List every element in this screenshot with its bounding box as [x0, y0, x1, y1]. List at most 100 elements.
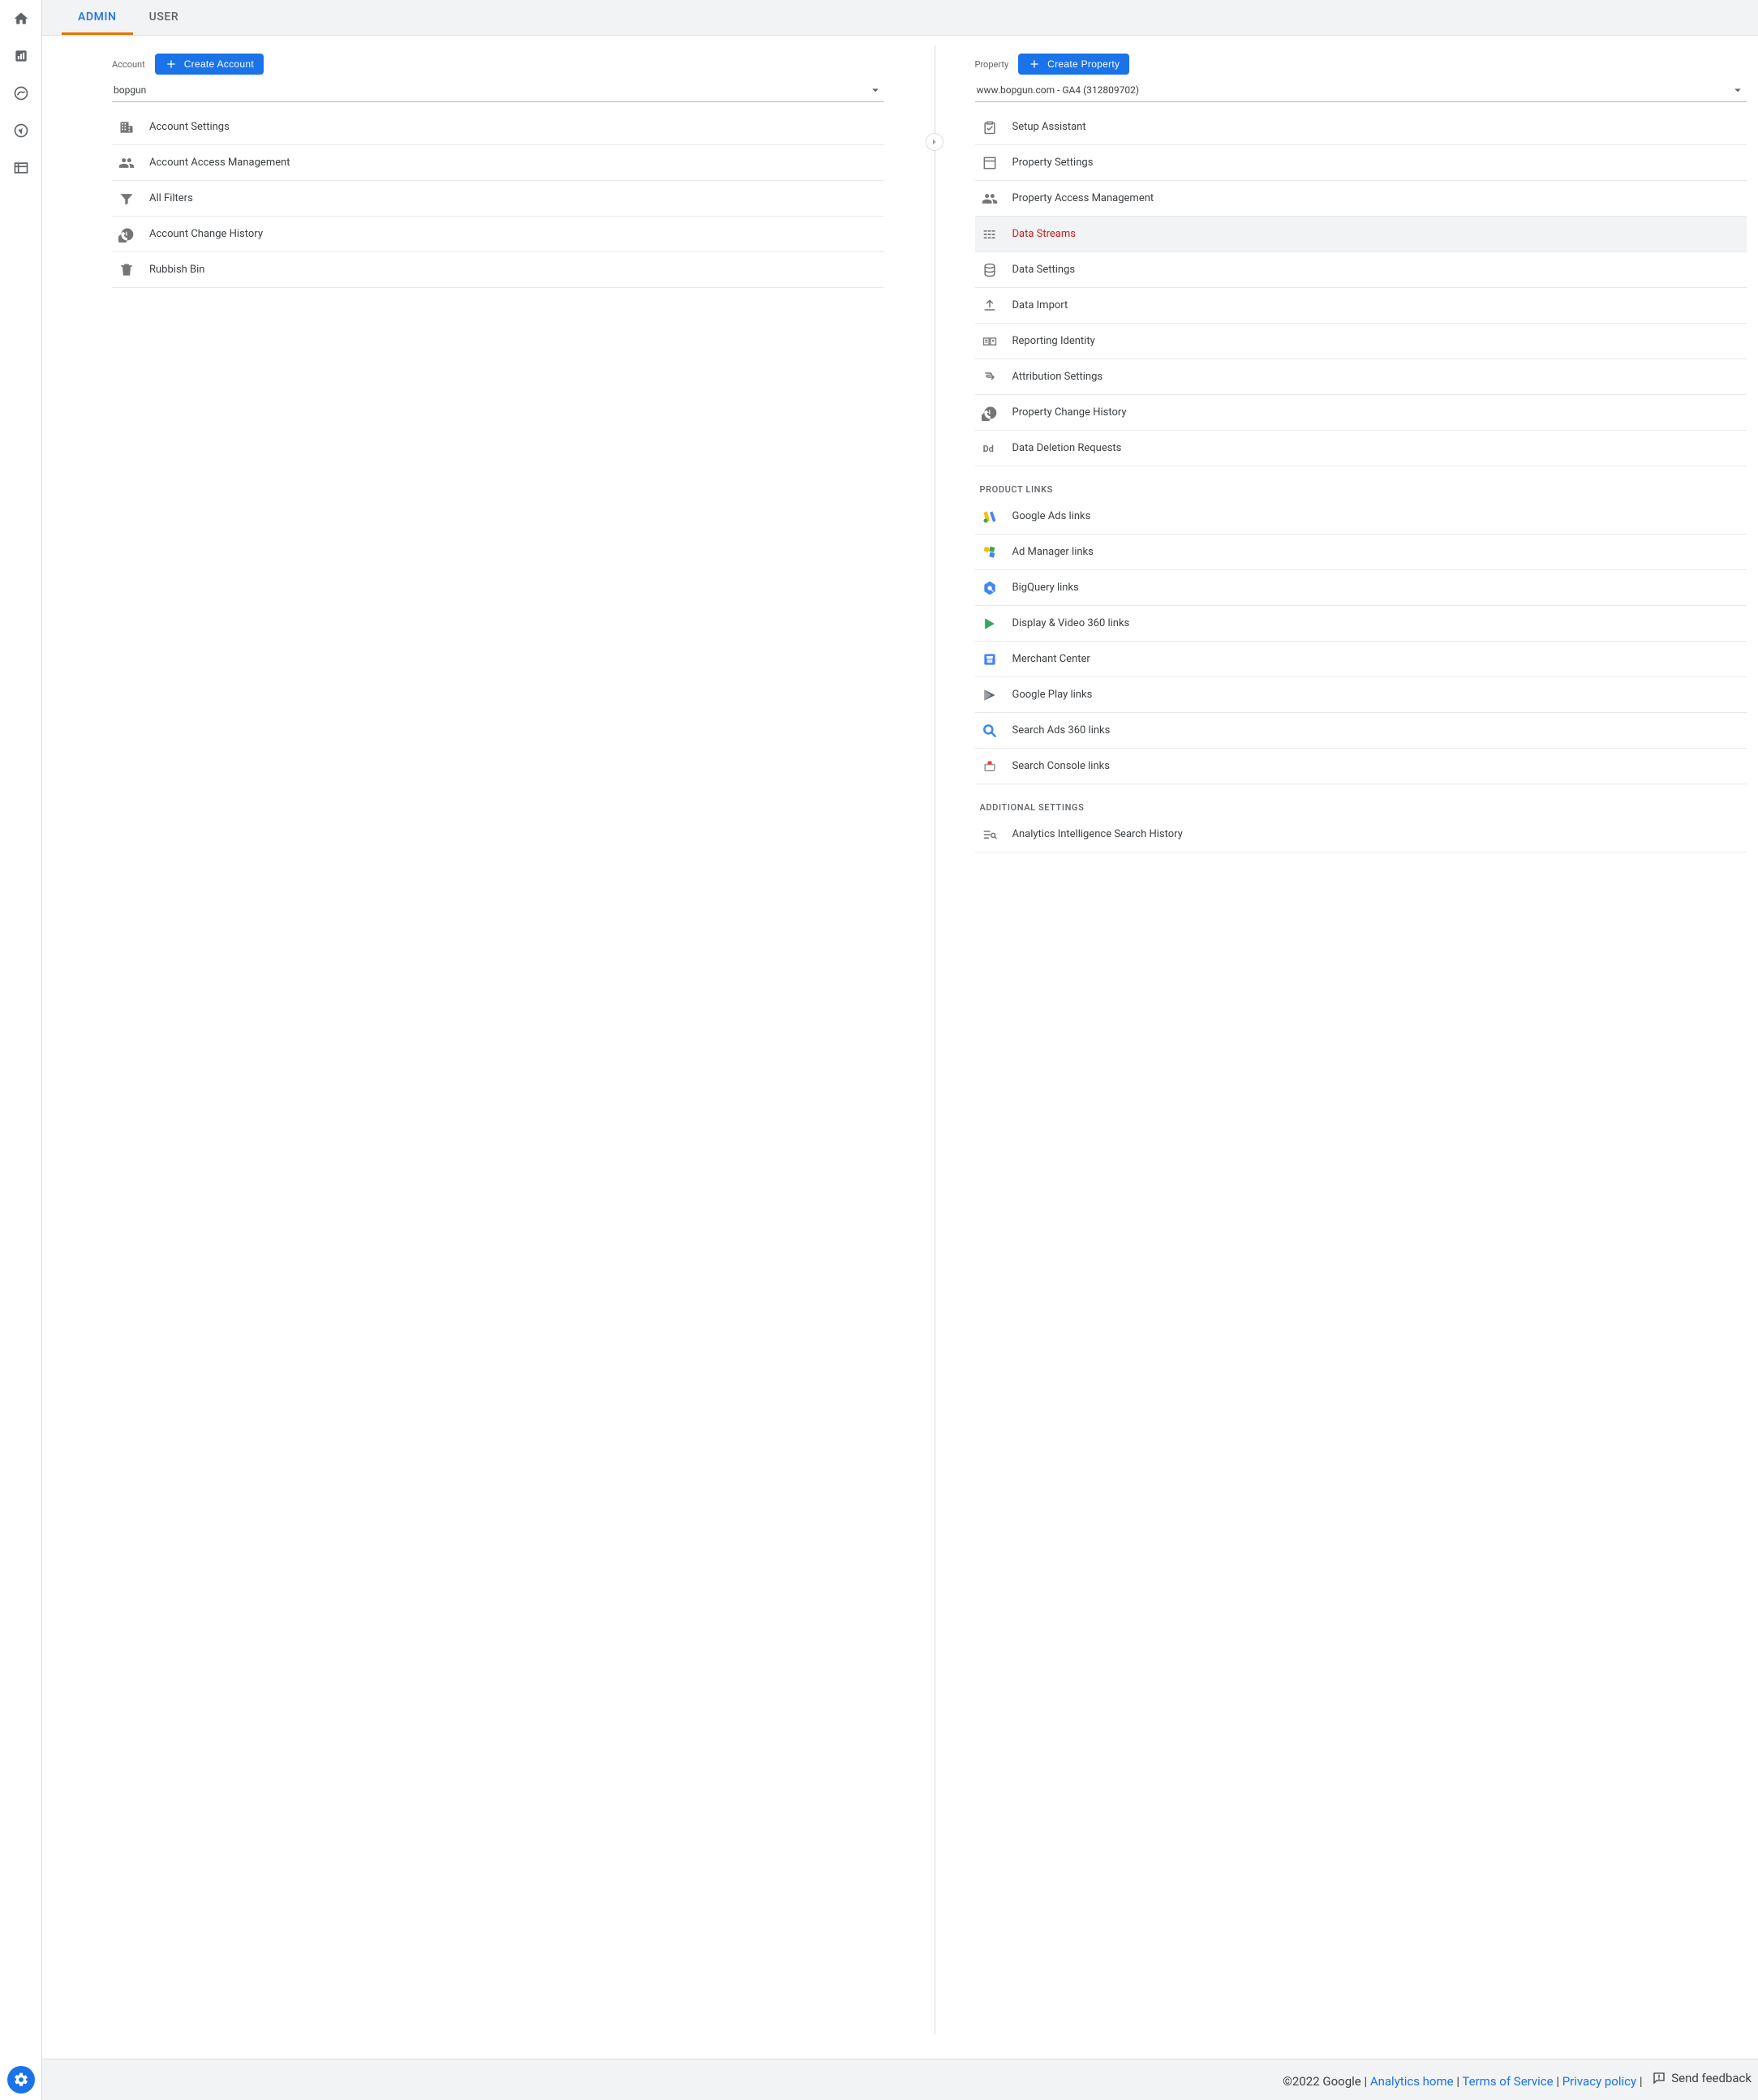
- item-bigquery[interactable]: BigQuery links: [975, 570, 1747, 606]
- configure-icon[interactable]: [11, 158, 31, 178]
- merchant-icon: [982, 651, 998, 668]
- plus-icon: [1028, 58, 1041, 71]
- item-label: Ad Manager links: [1012, 546, 1094, 558]
- item-ad-manager[interactable]: Ad Manager links: [975, 535, 1747, 570]
- history-icon: [982, 405, 998, 421]
- history-icon: [118, 226, 135, 243]
- advertising-icon[interactable]: [11, 121, 31, 140]
- item-account-history[interactable]: Account Change History: [112, 217, 884, 252]
- intel-icon: [982, 827, 998, 843]
- people-icon: [982, 191, 998, 207]
- item-label: Data Import: [1012, 299, 1068, 311]
- item-label: Account Settings: [149, 121, 230, 133]
- item-label: Attribution Settings: [1012, 371, 1103, 383]
- reports-icon[interactable]: [11, 46, 31, 66]
- item-all-filters[interactable]: All Filters: [112, 181, 884, 217]
- item-label: Account Access Management: [149, 157, 290, 169]
- item-label: Rubbish Bin: [149, 264, 204, 276]
- item-dv360[interactable]: Display & Video 360 links: [975, 606, 1747, 642]
- item-label: Property Change History: [1012, 406, 1127, 419]
- caret-down-icon: [868, 83, 883, 97]
- item-label: Data Deletion Requests: [1012, 442, 1122, 454]
- account-label: Account: [112, 59, 145, 70]
- identity-icon: [982, 333, 998, 350]
- property-items: Setup Assistant Property Settings Property…: [975, 110, 1747, 466]
- people-icon: [118, 155, 135, 171]
- property-column: Property Create Property www.bopgun.com …: [935, 54, 1758, 2034]
- item-account-access[interactable]: Account Access Management: [112, 145, 884, 181]
- item-label: Data Streams: [1012, 228, 1076, 240]
- item-label: Display & Video 360 links: [1012, 617, 1130, 629]
- plus-icon: [165, 58, 178, 71]
- item-label: Setup Assistant: [1012, 121, 1086, 133]
- item-search-console[interactable]: Search Console links: [975, 749, 1747, 784]
- product-links: Google Ads links Ad Manager links BigQuery…: [975, 499, 1747, 784]
- footer-copyright: ©2022 Google: [1283, 2074, 1361, 2089]
- item-merchant-center[interactable]: Merchant Center: [975, 642, 1747, 677]
- footer-terms[interactable]: Terms of Service: [1462, 2074, 1553, 2089]
- account-selected: bopgun: [114, 84, 146, 96]
- additional-settings: Analytics Intelligence Search History: [975, 817, 1747, 852]
- item-rubbish-bin[interactable]: Rubbish Bin: [112, 252, 884, 288]
- dd-icon: [982, 440, 998, 457]
- play-icon: [982, 687, 998, 703]
- building-icon: [118, 119, 135, 135]
- tabs: ADMIN USER: [42, 0, 1758, 36]
- item-attribution-settings[interactable]: Attribution Settings: [975, 359, 1747, 395]
- item-label: Merchant Center: [1012, 653, 1090, 665]
- footer-feedback[interactable]: Send feedback: [1652, 2071, 1752, 2085]
- account-column: Account Create Account bopgun Account Se…: [42, 54, 935, 2034]
- search-ads-icon: [982, 723, 998, 739]
- item-google-ads[interactable]: Google Ads links: [975, 499, 1747, 535]
- item-setup-assistant[interactable]: Setup Assistant: [975, 110, 1747, 145]
- ad-manager-icon: [982, 544, 998, 560]
- admin-gear-icon[interactable]: [7, 2066, 35, 2094]
- home-icon[interactable]: [11, 9, 31, 28]
- item-label: BigQuery links: [1012, 582, 1079, 594]
- item-analytics-intel[interactable]: Analytics Intelligence Search History: [975, 817, 1747, 852]
- item-label: Search Ads 360 links: [1012, 724, 1111, 737]
- feedback-icon: [1652, 2071, 1666, 2085]
- item-label: Search Console links: [1012, 760, 1110, 772]
- product-links-heading: PRODUCT LINKS: [980, 484, 1747, 495]
- item-search-ads[interactable]: Search Ads 360 links: [975, 713, 1747, 749]
- clipboard-check-icon: [982, 119, 998, 135]
- item-label: Property Access Management: [1012, 192, 1154, 204]
- item-data-streams[interactable]: Data Streams: [975, 217, 1747, 252]
- item-property-settings[interactable]: Property Settings: [975, 145, 1747, 181]
- search-console-icon: [982, 758, 998, 775]
- item-data-settings[interactable]: Data Settings: [975, 252, 1747, 288]
- google-ads-icon: [982, 509, 998, 525]
- item-property-access[interactable]: Property Access Management: [975, 181, 1747, 217]
- attribution-icon: [982, 369, 998, 385]
- item-label: Account Change History: [149, 228, 263, 240]
- item-property-history[interactable]: Property Change History: [975, 395, 1747, 431]
- create-account-button[interactable]: Create Account: [155, 54, 264, 75]
- column-arrow-icon[interactable]: [926, 133, 943, 151]
- footer: ©2022 Google | Analytics home | Terms of…: [42, 2059, 1758, 2100]
- footer-privacy[interactable]: Privacy policy: [1562, 2074, 1636, 2089]
- footer-analytics-home[interactable]: Analytics home: [1370, 2074, 1454, 2089]
- item-label: Reporting Identity: [1012, 335, 1095, 347]
- tab-admin[interactable]: ADMIN: [62, 0, 133, 35]
- account-items: Account Settings Account Access Managemen…: [112, 110, 884, 288]
- item-data-deletion[interactable]: Data Deletion Requests: [975, 431, 1747, 466]
- upload-icon: [982, 298, 998, 314]
- tab-user[interactable]: USER: [133, 0, 196, 35]
- account-selector[interactable]: bopgun: [112, 83, 884, 102]
- left-sidebar: [0, 0, 42, 2100]
- create-property-button[interactable]: Create Property: [1018, 54, 1129, 75]
- property-selected: www.bopgun.com - GA4 (312809702): [977, 84, 1140, 96]
- property-selector[interactable]: www.bopgun.com - GA4 (312809702): [975, 83, 1747, 102]
- explore-icon[interactable]: [11, 84, 31, 103]
- database-icon: [982, 262, 998, 278]
- property-label: Property: [975, 59, 1009, 70]
- item-account-settings[interactable]: Account Settings: [112, 110, 884, 145]
- item-google-play[interactable]: Google Play links: [975, 677, 1747, 713]
- caret-down-icon: [1730, 83, 1745, 97]
- item-reporting-identity[interactable]: Reporting Identity: [975, 324, 1747, 359]
- item-data-import[interactable]: Data Import: [975, 288, 1747, 324]
- item-label: Google Play links: [1012, 689, 1093, 701]
- trash-icon: [118, 262, 135, 278]
- bigquery-icon: [982, 580, 998, 596]
